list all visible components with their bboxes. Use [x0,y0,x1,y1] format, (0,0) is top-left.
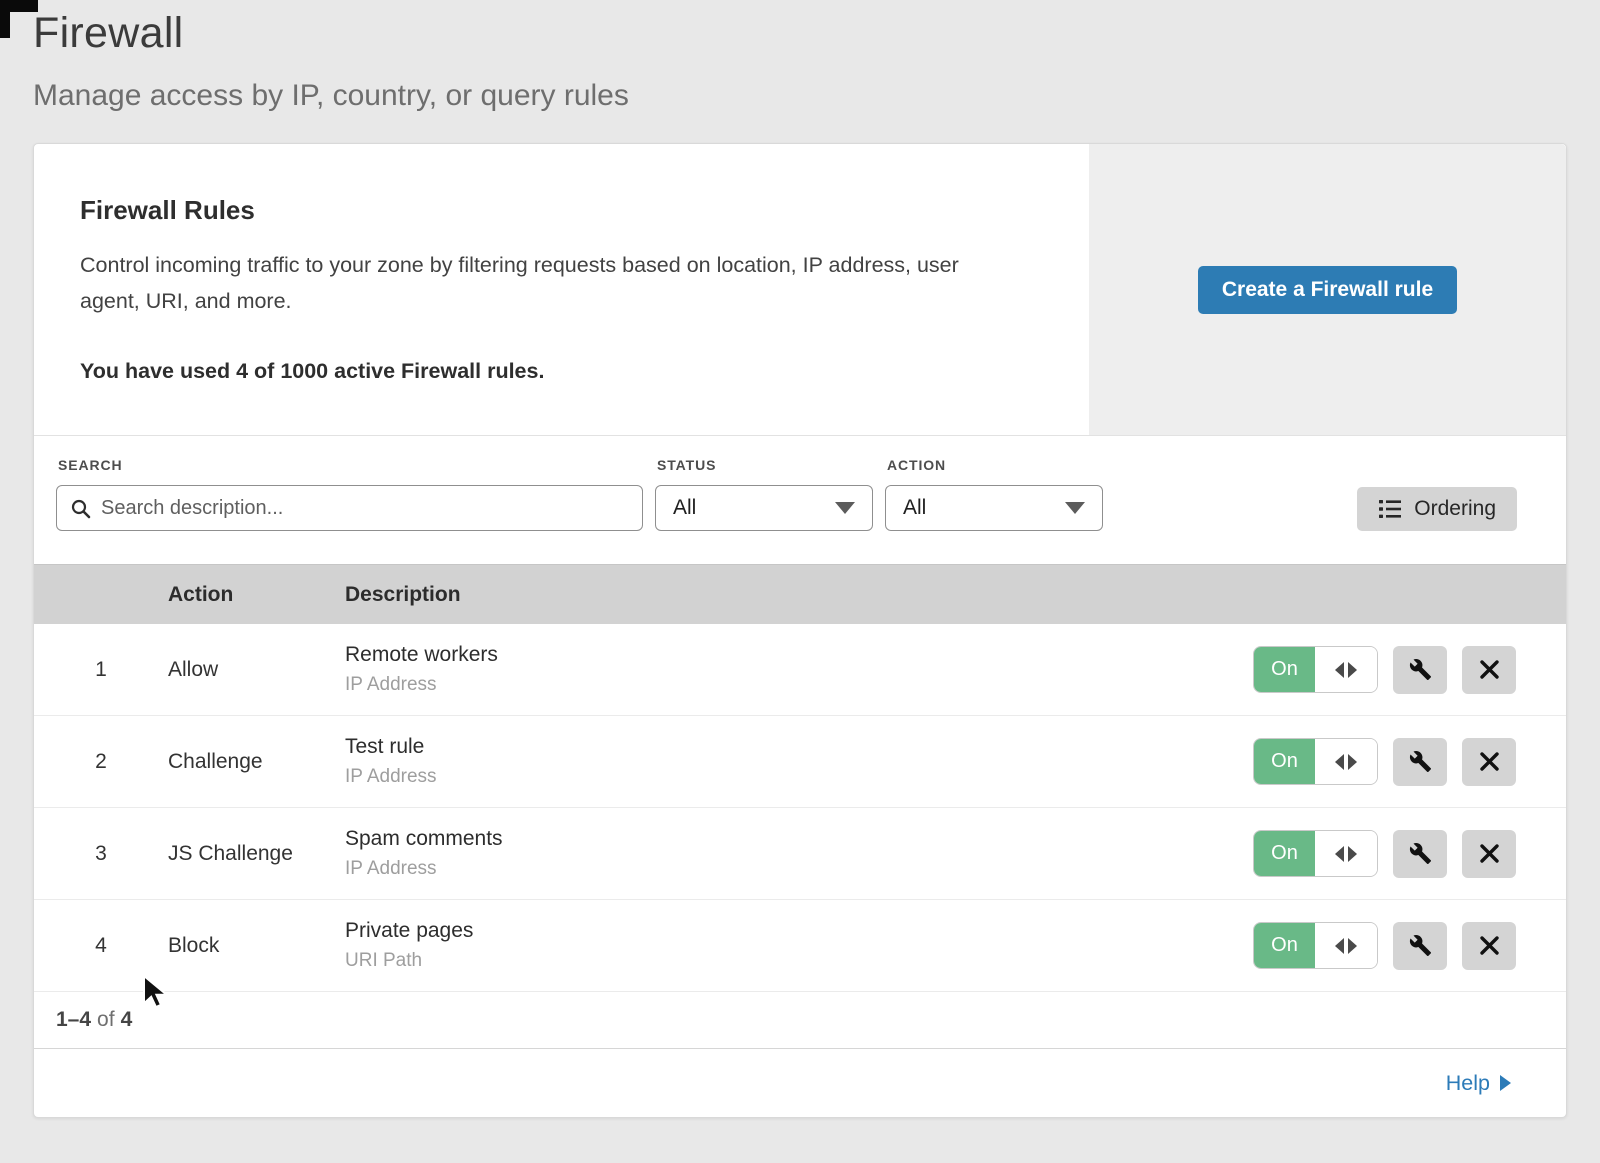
page-header: Firewall Manage access by IP, country, o… [0,0,1600,113]
overview-section: Firewall Rules Control incoming traffic … [34,144,1566,436]
status-select-value: All [673,496,696,520]
ordering-button[interactable]: Ordering [1357,487,1517,531]
rule-title: Spam comments [345,827,1253,851]
rule-controls: On [1253,646,1566,694]
action-label: ACTION [887,457,1103,473]
caret-down-icon [1065,502,1085,514]
rule-title: Test rule [345,735,1253,759]
search-box[interactable] [56,485,643,531]
filters-bar: SEARCH STATUS All ACTION All [34,436,1566,564]
rule-title: Remote workers [345,643,1253,667]
x-icon [1479,843,1500,864]
table-row: 1 Allow Remote workers IP Address On [34,624,1566,716]
rule-priority: 4 [34,934,168,958]
rule-action: Block [168,934,345,958]
rule-title: Private pages [345,919,1253,943]
left-right-triangles-icon [1315,739,1377,784]
rule-description: Test rule IP Address [345,735,1253,788]
x-icon [1479,935,1500,956]
firewall-card: Firewall Rules Control incoming traffic … [33,143,1567,1118]
x-icon [1479,659,1500,680]
edit-rule-button[interactable] [1393,922,1447,970]
edit-rule-button[interactable] [1393,830,1447,878]
create-firewall-rule-button[interactable]: Create a Firewall rule [1198,266,1457,314]
left-right-triangles-icon [1315,923,1377,968]
search-input[interactable] [101,497,629,520]
wrench-icon [1409,934,1432,957]
pagination-total: 4 [121,1008,133,1032]
edit-rule-button[interactable] [1393,646,1447,694]
rule-description: Private pages URI Path [345,919,1253,972]
rule-enabled-toggle[interactable]: On [1253,646,1378,693]
rule-enabled-toggle[interactable]: On [1253,922,1378,969]
description-column-header: Description [345,583,1566,607]
rule-match-type: IP Address [345,858,1253,880]
table-row: 4 Block Private pages URI Path On [34,900,1566,992]
table-row: 3 JS Challenge Spam comments IP Address … [34,808,1566,900]
action-select[interactable]: All [885,485,1103,531]
status-label: STATUS [657,457,873,473]
caret-right-icon [1500,1075,1511,1091]
action-filter-group: ACTION All [885,457,1103,531]
status-select[interactable]: All [655,485,873,531]
rule-priority: 2 [34,750,168,774]
bulleted-list-icon [1378,498,1402,520]
rules-usage: You have used 4 of 1000 active Firewall … [80,359,1019,384]
delete-rule-button[interactable] [1462,830,1516,878]
delete-rule-button[interactable] [1462,922,1516,970]
rule-action: Allow [168,658,345,682]
rule-controls: On [1253,738,1566,786]
caret-down-icon [835,502,855,514]
action-column-header: Action [168,583,345,607]
rules-description: Control incoming traffic to your zone by… [80,247,1019,319]
x-icon [1479,751,1500,772]
ordering-button-label: Ordering [1414,497,1496,521]
card-footer: Help [34,1049,1566,1117]
help-link-label: Help [1446,1071,1490,1096]
rule-action: JS Challenge [168,842,345,866]
overview-text: Firewall Rules Control incoming traffic … [34,144,1089,435]
table-header: Action Description [34,564,1566,624]
toggle-on-label: On [1254,831,1315,876]
search-icon [70,498,91,519]
rule-controls: On [1253,830,1566,878]
help-link[interactable]: Help [1446,1071,1511,1096]
toggle-on-label: On [1254,923,1315,968]
action-select-value: All [903,496,926,520]
rule-match-type: URI Path [345,950,1253,972]
edit-rule-button[interactable] [1393,738,1447,786]
rule-match-type: IP Address [345,766,1253,788]
rule-description: Remote workers IP Address [345,643,1253,696]
rules-heading: Firewall Rules [80,195,1019,226]
screen-corner-artifact [0,0,10,38]
page-title: Firewall [33,9,1600,58]
pagination-row: 1–4 of 4 [34,992,1566,1049]
table-row: 2 Challenge Test rule IP Address On [34,716,1566,808]
search-filter-group: SEARCH [56,457,643,531]
search-label: SEARCH [58,457,643,473]
status-filter-group: STATUS All [655,457,873,531]
wrench-icon [1409,658,1432,681]
delete-rule-button[interactable] [1462,738,1516,786]
pagination-range: 1–4 [56,1008,91,1032]
wrench-icon [1409,750,1432,773]
rule-match-type: IP Address [345,674,1253,696]
delete-rule-button[interactable] [1462,646,1516,694]
rule-controls: On [1253,922,1566,970]
page-subtitle: Manage access by IP, country, or query r… [33,79,1600,113]
rule-action: Challenge [168,750,345,774]
rule-priority: 1 [34,658,168,682]
left-right-triangles-icon [1315,647,1377,692]
wrench-icon [1409,842,1432,865]
rule-description: Spam comments IP Address [345,827,1253,880]
toggle-on-label: On [1254,739,1315,784]
left-right-triangles-icon [1315,831,1377,876]
pagination-of-label: of [97,1008,115,1032]
create-rule-panel: Create a Firewall rule [1089,144,1566,435]
rule-enabled-toggle[interactable]: On [1253,738,1378,785]
rule-enabled-toggle[interactable]: On [1253,830,1378,877]
rule-priority: 3 [34,842,168,866]
toggle-on-label: On [1254,647,1315,692]
